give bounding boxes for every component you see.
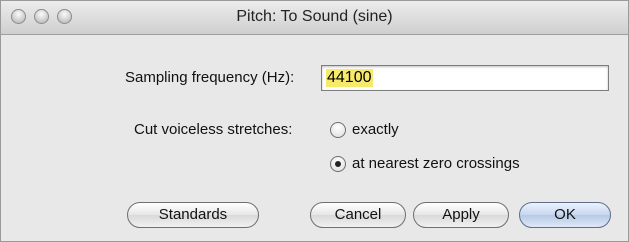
radio-button-exactly[interactable] bbox=[330, 122, 346, 138]
radio-button-nearest-zero-crossings[interactable] bbox=[330, 156, 346, 172]
radio-label-exactly: exactly bbox=[352, 121, 399, 138]
radio-label-nearest-zero-crossings: at nearest zero crossings bbox=[352, 155, 520, 172]
cut-voiceless-label: Cut voiceless stretches: bbox=[134, 121, 293, 138]
apply-button[interactable]: Apply bbox=[413, 202, 509, 228]
sampling-frequency-field[interactable]: 44100 bbox=[321, 65, 609, 91]
standards-button[interactable]: Standards bbox=[127, 202, 259, 228]
radio-selected-dot-icon bbox=[335, 161, 341, 167]
window-title: Pitch: To Sound (sine) bbox=[236, 8, 393, 25]
sampling-frequency-label: Sampling frequency (Hz): bbox=[125, 69, 295, 86]
ok-button[interactable]: OK bbox=[519, 202, 611, 228]
sampling-frequency-value: 44100 bbox=[326, 69, 373, 87]
cancel-button[interactable]: Cancel bbox=[310, 202, 406, 228]
dialog-window: Pitch: To Sound (sine) Sampling frequenc… bbox=[0, 0, 629, 242]
title-bar: Pitch: To Sound (sine) bbox=[1, 1, 628, 35]
